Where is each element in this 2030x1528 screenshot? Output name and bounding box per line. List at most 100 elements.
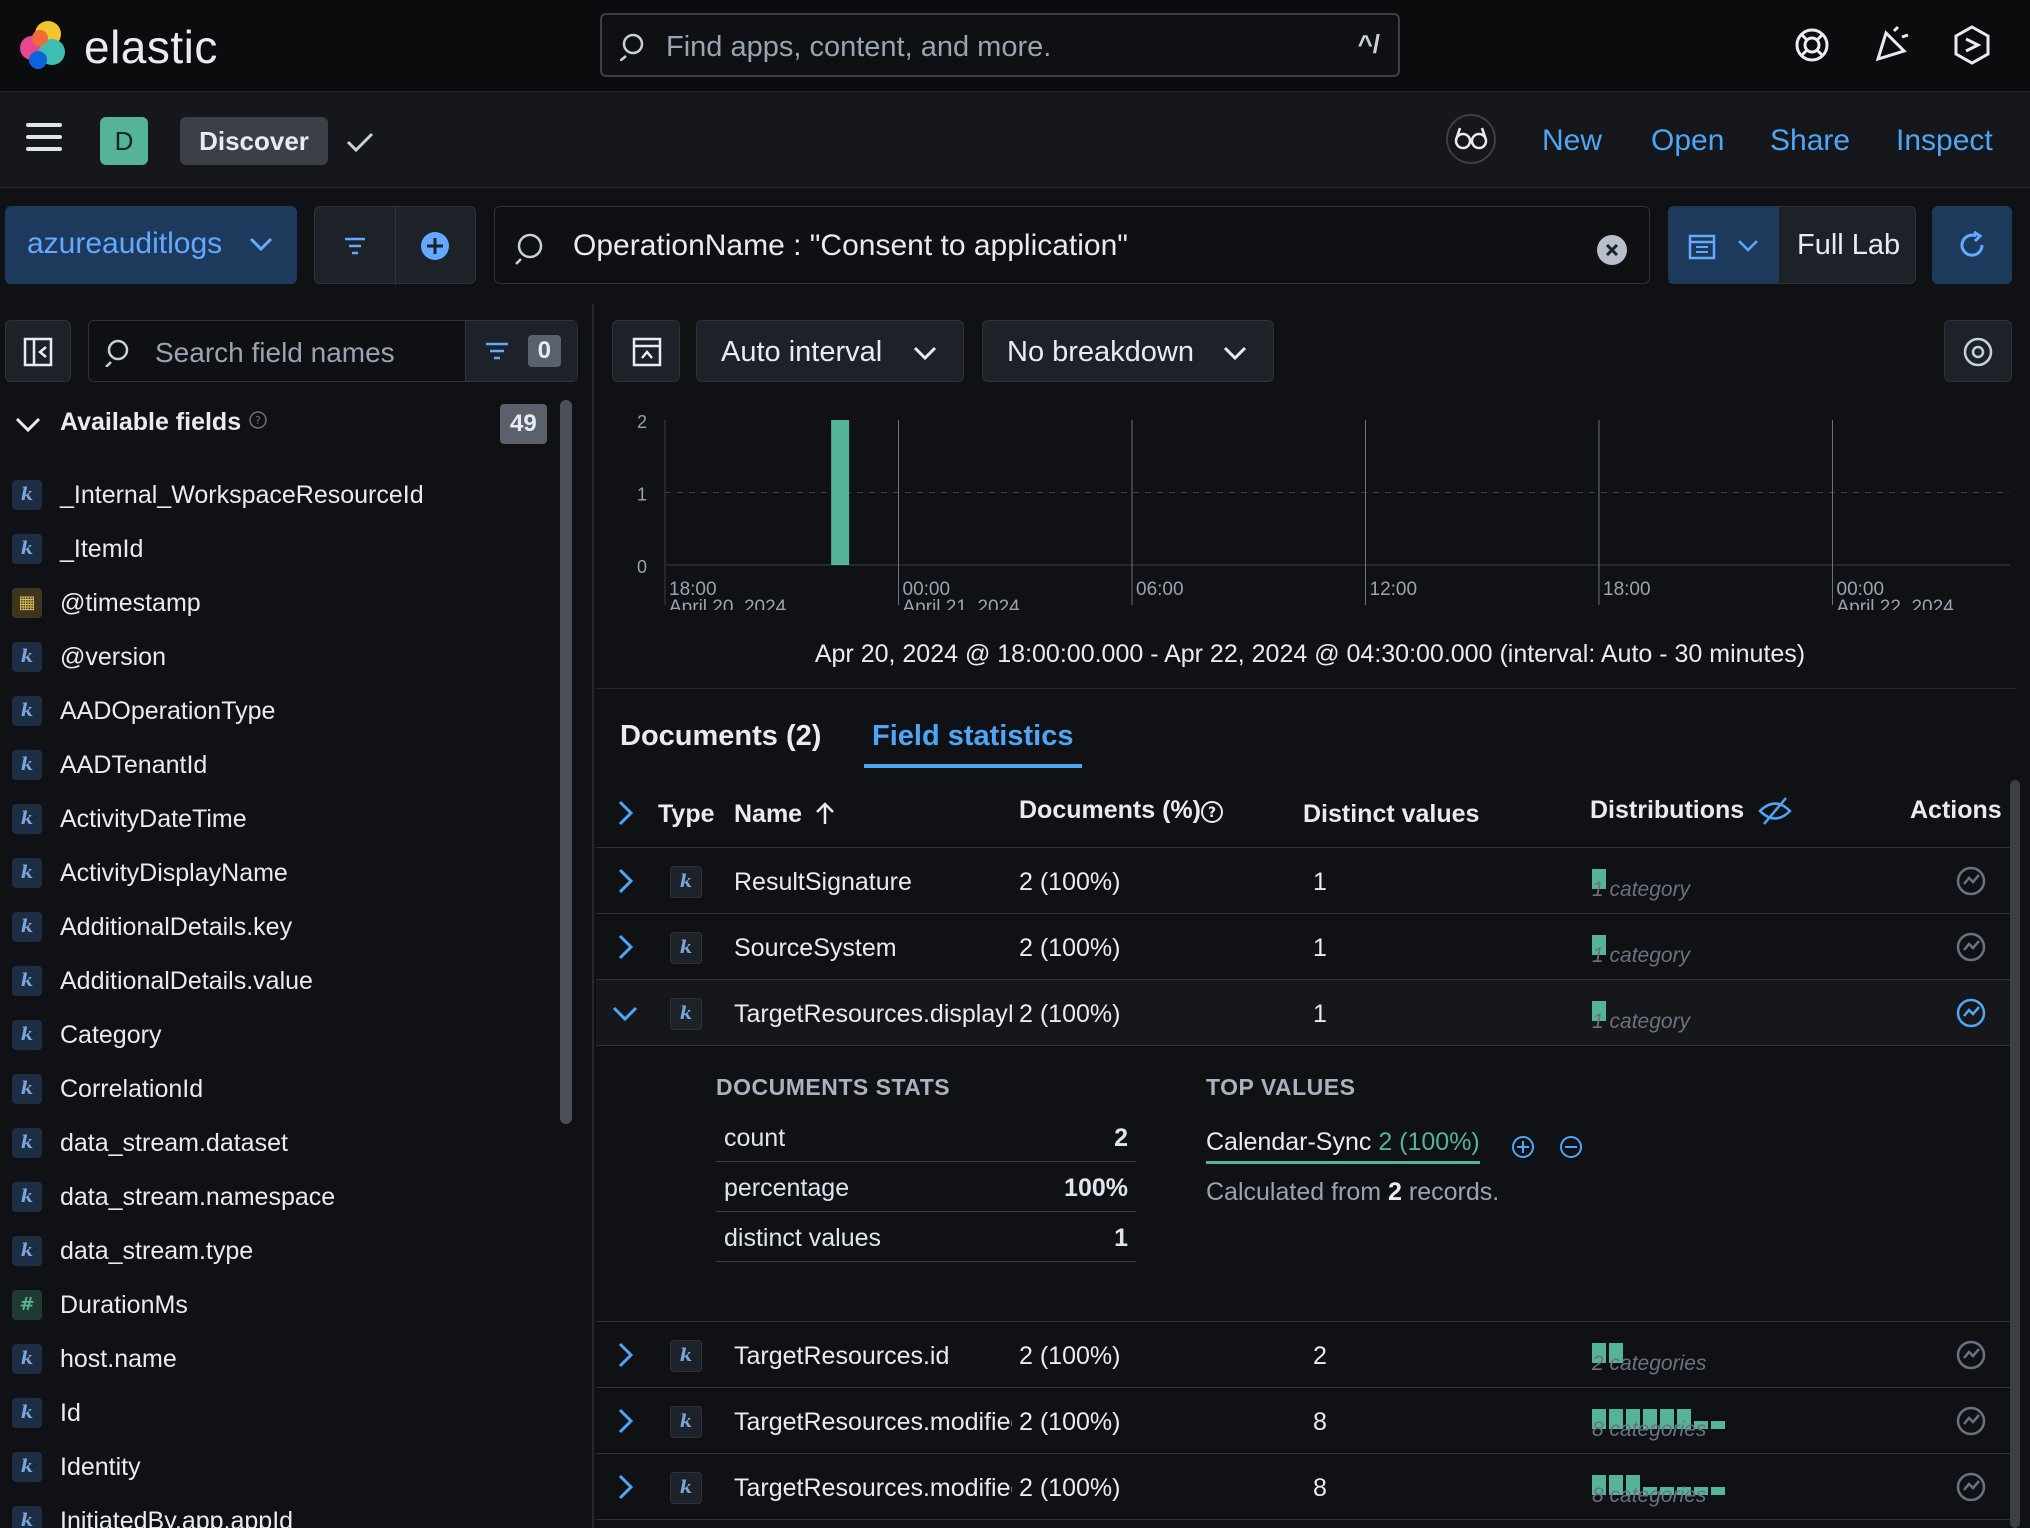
chevron-down-icon: [249, 237, 273, 252]
eye-closed-icon[interactable]: [1758, 796, 1792, 826]
field-list-item[interactable]: k Category: [12, 1008, 552, 1062]
field-list-item[interactable]: ▦ @timestamp: [12, 576, 552, 630]
field-list-item[interactable]: k data_stream.dataset: [12, 1116, 552, 1170]
field-search-input[interactable]: Search field names 0: [88, 320, 578, 382]
chevron-right-icon[interactable]: [610, 866, 640, 896]
sidebar-scrollbar[interactable]: [560, 400, 572, 1124]
date-picker[interactable]: Full Lab: [1668, 206, 1916, 284]
breadcrumb-discover[interactable]: Discover: [180, 117, 328, 165]
chevron-right-icon[interactable]: [610, 1472, 640, 1502]
field-name-cell: TargetResources.modifiedProperties.newVa…: [734, 1474, 1012, 1502]
column-header-type[interactable]: Type: [658, 800, 715, 829]
keyword-type-icon: k: [670, 1472, 702, 1504]
read-only-glasses-icon[interactable]: [1446, 114, 1496, 164]
refresh-icon: [1960, 230, 1984, 257]
field-list-item[interactable]: k data_stream.namespace: [12, 1170, 552, 1224]
brand-wordmark[interactable]: elastic: [84, 20, 218, 74]
field-list-item[interactable]: k host.name: [12, 1332, 552, 1386]
field-list-item[interactable]: k ActivityDisplayName: [12, 846, 552, 900]
chart-toggle-button[interactable]: [612, 320, 680, 382]
refresh-button[interactable]: [1932, 206, 2012, 284]
date-range-label: Full Lab: [1797, 229, 1901, 261]
newsfeed-icon[interactable]: [1872, 25, 1912, 65]
field-list-item[interactable]: k AdditionalDetails.value: [12, 954, 552, 1008]
field-list-item[interactable]: k AADOperationType: [12, 684, 552, 738]
share-link[interactable]: Share: [1770, 124, 1850, 158]
top-value-link[interactable]: Calendar-Sync 2 (100%): [1206, 1128, 1480, 1164]
tab-documents[interactable]: Documents (2): [620, 720, 821, 753]
field-type-filter-button[interactable]: 0: [465, 321, 577, 381]
field-list-item[interactable]: k data_stream.type: [12, 1224, 552, 1278]
visualize-icon[interactable]: [1954, 1404, 1988, 1438]
table-row[interactable]: k ResultSignature 2 (100%) 1 1 category: [596, 848, 2010, 914]
table-scrollbar[interactable]: [2010, 780, 2020, 1528]
kql-query-input[interactable]: OperationName : "Consent to application": [494, 206, 1650, 284]
field-list-item[interactable]: k AADTenantId: [12, 738, 552, 792]
table-row[interactable]: k SourceSystem 2 (100%) 1 1 category: [596, 914, 2010, 980]
data-view-picker[interactable]: azureauditlogs: [5, 206, 297, 284]
chevron-down-icon[interactable]: [610, 998, 640, 1028]
quick-menu-button[interactable]: [1669, 207, 1779, 283]
info-icon[interactable]: ?: [248, 410, 268, 430]
checkmark-icon[interactable]: [344, 126, 376, 158]
visualize-icon[interactable]: [1954, 1338, 1988, 1372]
new-link[interactable]: New: [1542, 124, 1602, 158]
field-list-item[interactable]: k _ItemId: [12, 522, 552, 576]
elastic-logo-icon[interactable]: [18, 18, 70, 70]
field-name: ActivityDisplayName: [60, 858, 288, 887]
hamburger-menu-icon[interactable]: [26, 123, 62, 151]
table-row[interactable]: k TargetResources.modifiedProperties.newV…: [596, 1454, 2010, 1520]
field-list-item[interactable]: k _Internal_WorkspaceResourceId: [12, 468, 552, 522]
open-link[interactable]: Open: [1651, 124, 1724, 158]
user-menu-icon[interactable]: [1952, 25, 1992, 65]
expand-all-icon[interactable]: [610, 798, 640, 828]
table-row[interactable]: k TargetResources.id 2 (100%) 2 2 categories: [596, 1322, 2010, 1388]
x-tick-sublabel: April 20, 2024: [669, 597, 787, 610]
inspect-link[interactable]: Inspect: [1896, 124, 1993, 158]
chevron-right-icon[interactable]: [610, 932, 640, 962]
field-list-item[interactable]: k ActivityDateTime: [12, 792, 552, 846]
histogram-chart[interactable]: 21018:00April 20, 202400:00April 21, 202…: [620, 400, 2020, 610]
field-list-item[interactable]: k InitiatedBy.app.appId: [12, 1494, 552, 1528]
tab-field-statistics[interactable]: Field statistics: [872, 720, 1073, 753]
stat-value: 2: [1114, 1124, 1128, 1152]
settings-gear-icon: [1963, 337, 1993, 367]
collapse-left-icon: [23, 337, 53, 367]
field-name: DurationMs: [60, 1290, 188, 1319]
column-header-name[interactable]: Name: [734, 800, 802, 829]
filter-for-value-icon[interactable]: [1510, 1134, 1536, 1160]
active-tab-indicator: [864, 764, 1082, 768]
field-list-item[interactable]: k CorrelationId: [12, 1062, 552, 1116]
global-search-input[interactable]: Find apps, content, and more. ^/: [600, 13, 1400, 77]
clear-query-icon[interactable]: [1597, 235, 1627, 265]
help-icon[interactable]: [1792, 25, 1832, 65]
table-row[interactable]: k TargetResources.displayName2 (100%) 1 1 c…: [596, 980, 2010, 1046]
field-list-item[interactable]: k AdditionalDetails.key: [12, 900, 552, 954]
column-header-documents[interactable]: Documents (%): [1019, 796, 1201, 825]
chevron-right-icon[interactable]: [610, 1406, 640, 1436]
visualize-icon[interactable]: [1954, 1470, 1988, 1504]
distribution-bars: [1592, 1400, 1728, 1429]
field-list-item[interactable]: k Id: [12, 1386, 552, 1440]
interval-dropdown[interactable]: Auto interval: [696, 320, 964, 382]
filter-icon[interactable]: [341, 234, 369, 258]
collapse-sidebar-button[interactable]: [5, 320, 71, 382]
visualize-icon[interactable]: [1954, 930, 1988, 964]
available-fields-header[interactable]: Available fields ? 49: [12, 404, 552, 444]
column-header-distinct-values[interactable]: Distinct values: [1303, 800, 1479, 829]
chart-options-button[interactable]: [1944, 320, 2012, 382]
visualize-icon[interactable]: [1954, 864, 1988, 898]
field-name-cell: TargetResources.modifiedProperties.displ…: [734, 1408, 1012, 1436]
breakdown-dropdown[interactable]: No breakdown: [982, 320, 1274, 382]
field-list-item[interactable]: # DurationMs: [12, 1278, 552, 1332]
field-list-item[interactable]: k Identity: [12, 1440, 552, 1494]
sort-ascending-icon[interactable]: [812, 800, 838, 826]
chevron-right-icon[interactable]: [610, 1340, 640, 1370]
filter-out-value-icon[interactable]: [1558, 1134, 1584, 1160]
field-list-item[interactable]: k @version: [12, 630, 552, 684]
space-avatar[interactable]: D: [100, 117, 148, 165]
info-icon[interactable]: ?: [1200, 800, 1224, 824]
visualize-icon[interactable]: [1954, 996, 1988, 1030]
add-filter-icon[interactable]: [419, 230, 451, 262]
table-row[interactable]: k TargetResources.modifiedProperties.disp…: [596, 1388, 2010, 1454]
